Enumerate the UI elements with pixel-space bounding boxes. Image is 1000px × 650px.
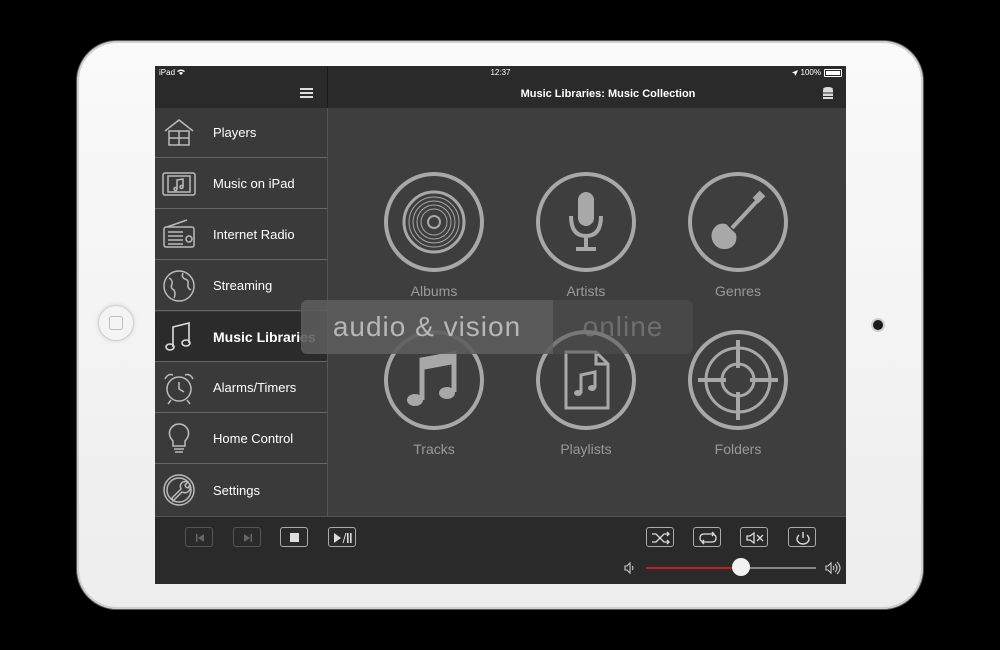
lightbulb-icon xyxy=(168,422,190,453)
house-icon xyxy=(164,118,194,146)
tile-label: Tracks xyxy=(413,441,455,457)
sidebar-item-label: Streaming xyxy=(213,278,273,293)
skip-back-icon xyxy=(196,534,204,542)
next-button[interactable] xyxy=(233,527,261,547)
vinyl-record-icon xyxy=(384,172,484,272)
repeat-button[interactable] xyxy=(693,527,721,547)
sidebar-item-alarms-timers[interactable]: Alarms/Timers xyxy=(155,363,327,413)
sidebar-item-label: Internet Radio xyxy=(213,227,295,242)
tile-label: Artists xyxy=(566,283,606,299)
mute-button[interactable] xyxy=(740,527,768,547)
home-button[interactable] xyxy=(98,305,134,341)
volume-fill xyxy=(646,567,742,569)
sidebar-item-music-on-ipad[interactable]: Music on iPad xyxy=(155,159,327,209)
tile-albums[interactable]: Albums xyxy=(374,172,494,299)
volume-slider[interactable] xyxy=(646,558,816,576)
volume-high-icon xyxy=(825,561,841,575)
power-button[interactable] xyxy=(788,527,816,547)
page-title: Music Libraries: Music Collection xyxy=(520,88,696,100)
sidebar-item-internet-radio[interactable]: Internet Radio xyxy=(155,210,327,260)
sidebar-item-players[interactable]: Players xyxy=(155,108,327,158)
tile-label: Playlists xyxy=(560,441,612,457)
repeat-icon xyxy=(699,531,717,545)
power-icon xyxy=(796,532,810,545)
sidebar-item-label: Music on iPad xyxy=(213,176,295,191)
tile-label: Folders xyxy=(714,441,762,457)
sidebar-item-label: Alarms/Timers xyxy=(213,380,297,395)
tile-artists[interactable]: Artists xyxy=(526,172,646,299)
battery-percent: 100% xyxy=(800,68,821,77)
sidebar-item-label: Players xyxy=(213,125,257,140)
front-camera xyxy=(873,320,883,330)
guitar-icon xyxy=(688,172,788,272)
play-pause-button[interactable] xyxy=(328,527,356,547)
volume-thumb[interactable] xyxy=(732,558,751,576)
tile-label: Albums xyxy=(410,283,458,299)
mute-icon xyxy=(746,531,764,545)
watermark: audio & vision online xyxy=(301,300,693,354)
previous-button[interactable] xyxy=(185,527,213,547)
tile-label: Genres xyxy=(715,283,761,299)
stop-icon xyxy=(290,533,299,542)
sidebar-item-label: Settings xyxy=(213,482,260,498)
stop-button[interactable] xyxy=(280,527,308,547)
location-arrow-icon xyxy=(791,69,798,76)
watermark-text-2: online xyxy=(582,311,664,342)
battery-icon xyxy=(824,68,842,77)
skip-forward-icon xyxy=(244,534,252,542)
music-note-icon xyxy=(165,321,191,351)
status-bar: iPad 12:37 100% xyxy=(155,66,846,80)
alarm-clock-icon xyxy=(164,373,194,404)
globe-icon xyxy=(163,269,195,302)
radio-icon xyxy=(163,218,195,248)
app-screen: Music Libraries: Music Collection iPad 1… xyxy=(155,66,846,584)
status-time: 12:37 xyxy=(490,68,511,77)
tile-folders[interactable]: Folders xyxy=(678,330,798,457)
play-pause-icon xyxy=(334,532,352,544)
wrench-icon xyxy=(163,474,195,506)
shuffle-button[interactable] xyxy=(646,527,674,547)
playback-bar xyxy=(155,516,846,584)
volume-low-icon xyxy=(624,561,634,575)
shuffle-icon xyxy=(652,531,670,545)
hamburger-menu-icon[interactable] xyxy=(299,86,315,100)
microphone-icon xyxy=(536,172,636,272)
ipad-music-icon xyxy=(162,171,196,196)
status-right: 100% xyxy=(791,68,842,77)
tile-genres[interactable]: Genres xyxy=(678,172,798,299)
sidebar-item-home-control[interactable]: Home Control xyxy=(155,414,327,464)
target-icon xyxy=(688,330,788,430)
sidebar-item-label: Home Control xyxy=(213,431,294,446)
sidebar-item-settings[interactable]: Settings xyxy=(155,465,327,515)
watermark-text-1: audio & vision xyxy=(301,300,553,354)
database-icon[interactable] xyxy=(822,86,834,100)
